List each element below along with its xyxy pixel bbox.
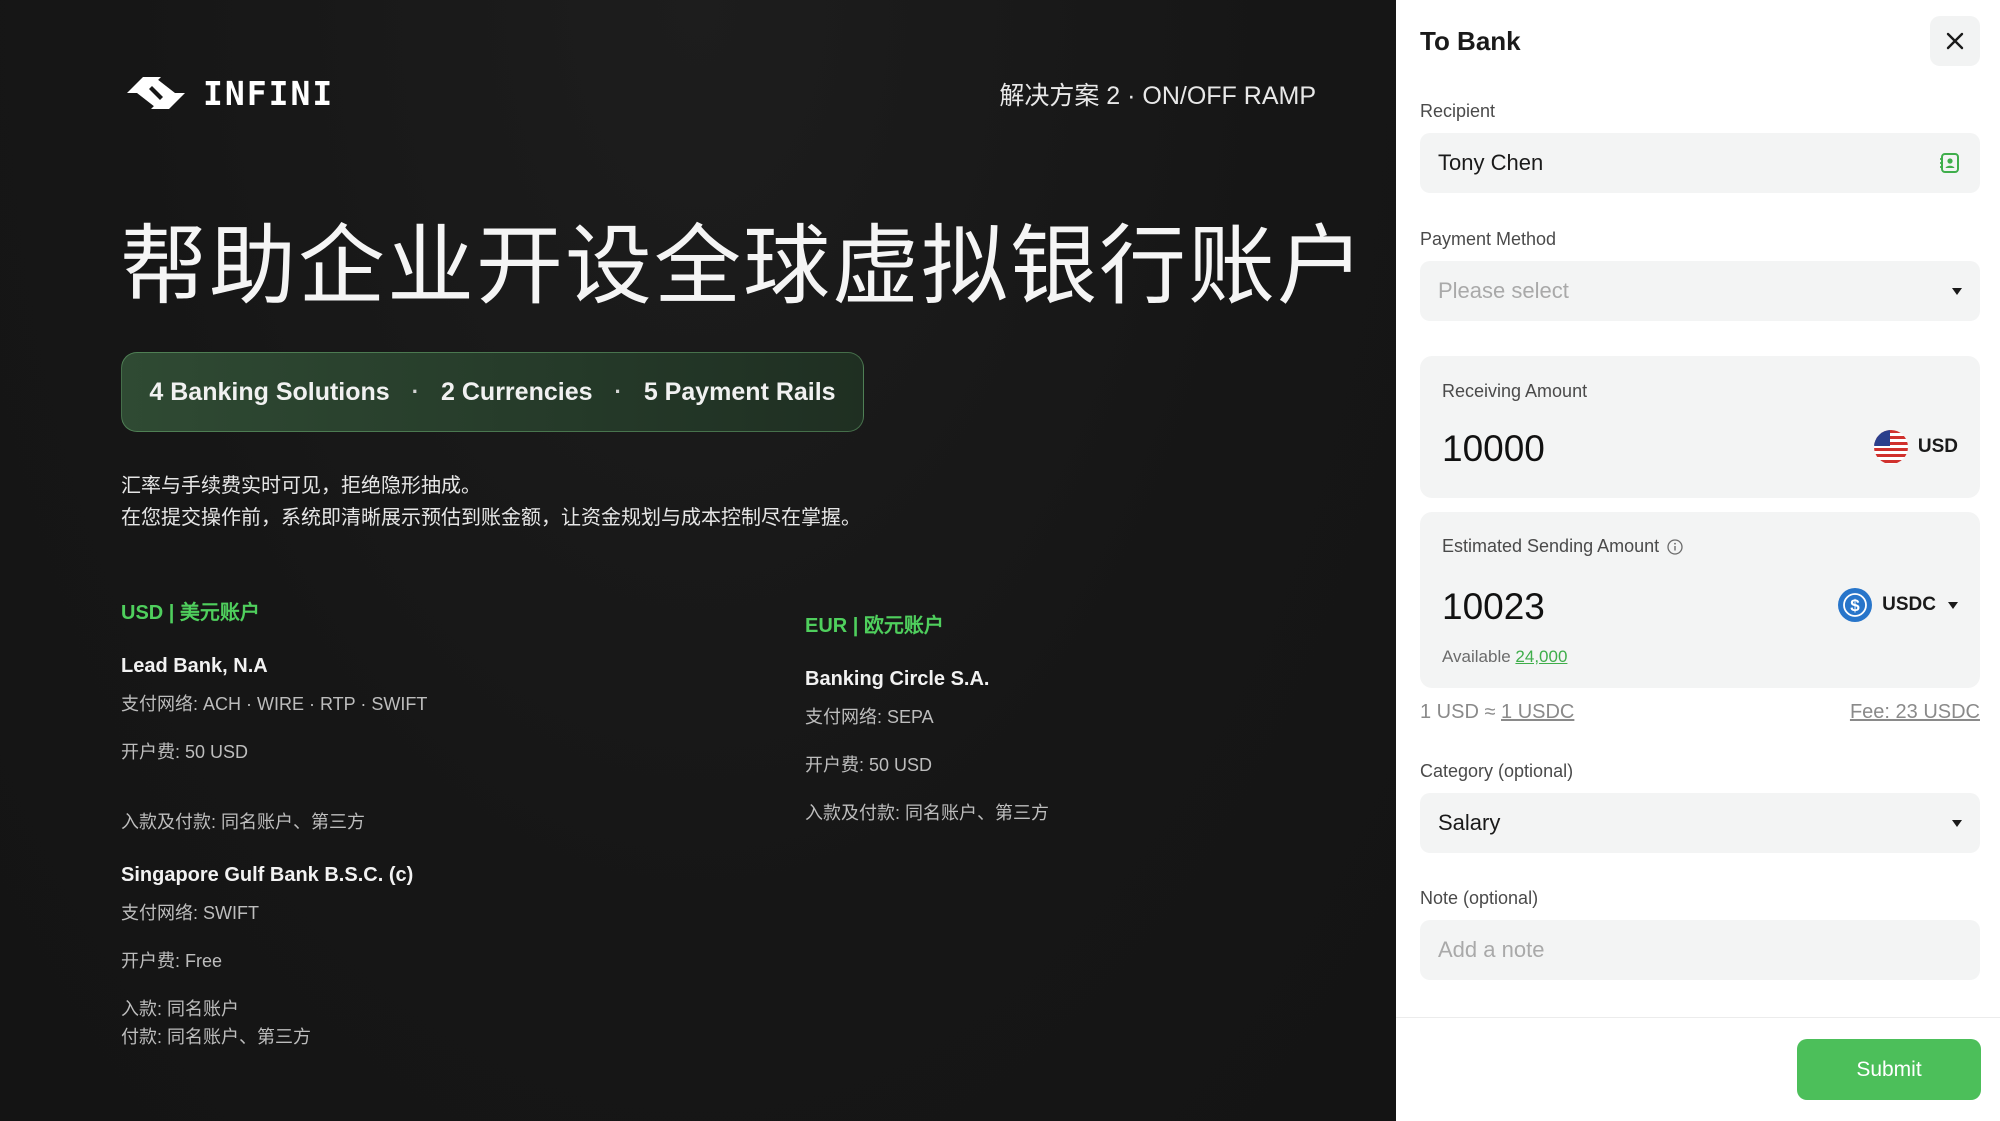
submit-button[interactable]: Submit <box>1797 1039 1981 1100</box>
payment-method-select[interactable]: Please select <box>1420 261 1980 321</box>
sending-amount-card: Estimated Sending Amount 10023 $ USDC Av… <box>1420 512 1980 688</box>
footer-divider <box>1396 1017 2000 1018</box>
chevron-down-icon <box>1952 819 1962 827</box>
bank-transfers: 入款及付款: 同名账户、第三方 <box>805 803 1050 823</box>
payment-method-label: Payment Method <box>1420 229 1557 249</box>
stat-payment-rails: 5 Payment Rails <box>643 377 836 406</box>
available-label: Available <box>1442 647 1511 666</box>
usd-heading: USD | 美元账户 <box>121 602 260 624</box>
drawer-title: To Bank <box>1420 26 1521 56</box>
stat-banking-solutions: 4 Banking Solutions <box>149 377 390 406</box>
stat-separator: · <box>411 379 420 404</box>
to-bank-drawer: To Bank Recipient Tony Chen Payment Meth… <box>1396 0 2000 1121</box>
receiving-amount-label: Receiving Amount <box>1442 381 1587 402</box>
receiving-currency-code: USD <box>1917 436 1958 457</box>
recipient-label: Recipient <box>1420 101 1496 121</box>
category-label: Category (optional) <box>1420 761 1574 781</box>
info-icon[interactable] <box>1667 538 1683 555</box>
stats-pill: 4 Banking Solutions · 2 Currencies · 5 P… <box>121 352 864 432</box>
fee-value[interactable]: Fee: 23 USDC <box>1850 701 1980 724</box>
description-line: 在您提交操作前，系统即清晰展示预估到账金额，让资金规划与成本控制尽在掌握。 <box>121 507 861 529</box>
available-balance: Available 24,000 <box>1442 647 1567 667</box>
svg-text:$: $ <box>1850 596 1860 615</box>
usd-accounts-section: USD | 美元账户 Lead Bank, N.A 支付网络: ACH · WI… <box>121 596 427 1051</box>
note-placeholder: Add a note <box>1438 937 1545 962</box>
rate-value[interactable]: 1 USDC <box>1501 701 1574 723</box>
sending-amount-value: 10023 <box>1442 586 1545 627</box>
description: 汇率与手续费实时可见，拒绝隐形抽成。 在您提交操作前，系统即清晰展示预估到账金额… <box>121 470 861 534</box>
close-button[interactable] <box>1930 16 1980 66</box>
section-tag: 解决方案 2 · ON/OFF RAMP <box>999 82 1316 110</box>
marketing-panel: INFINI 解决方案 2 · ON/OFF RAMP 帮助企业开设全球虚拟银行… <box>0 0 1396 1121</box>
brand-name: INFINI <box>203 73 335 113</box>
category-value: Salary <box>1438 810 1501 835</box>
rate-fee-row: 1 USD ≈ 1 USDC Fee: 23 USDC <box>1420 701 1980 724</box>
bank-transfers-in: 入款: 同名账户 <box>121 999 240 1019</box>
sending-amount-label-text: Estimated Sending Amount <box>1442 536 1660 556</box>
bank-fee: 开户费: 50 USD <box>121 742 249 762</box>
bank-fee: 开户费: 50 USD <box>805 755 933 775</box>
bank-transfers: 入款及付款: 同名账户、第三方 <box>121 812 366 832</box>
contact-book-icon[interactable] <box>1938 151 1962 175</box>
hero-title: 帮助企业开设全球虚拟银行账户 <box>120 218 1366 315</box>
category-select[interactable]: Salary <box>1420 793 1980 853</box>
bank-network: 支付网络: SWIFT <box>121 903 259 923</box>
recipient-value: Tony Chen <box>1438 150 1544 175</box>
receiving-amount-label-text: Receiving Amount <box>1442 381 1588 401</box>
exchange-rate: 1 USD ≈ 1 USDC <box>1420 701 1574 724</box>
brand-logo: INFINI <box>121 66 334 120</box>
sending-currency-code: USDC <box>1882 594 1936 615</box>
bank-fee: 开户费: Free <box>121 951 223 971</box>
infini-logo-icon <box>127 77 185 109</box>
rate-prefix: 1 USD ≈ <box>1420 701 1496 723</box>
available-value-link[interactable]: 24,000 <box>1515 647 1567 666</box>
bank-name: Singapore Gulf Bank B.S.C. (c) <box>121 864 414 886</box>
chevron-down-icon <box>1948 601 1958 609</box>
bank-network: 支付网络: ACH · WIRE · RTP · SWIFT <box>121 694 428 714</box>
receiving-amount-input[interactable]: 10000 <box>1442 428 1545 470</box>
note-input[interactable]: Add a note <box>1420 920 1980 980</box>
close-icon <box>1946 32 1964 50</box>
receiving-currency: USD <box>1873 430 1958 464</box>
payment-method-placeholder: Please select <box>1438 278 1569 303</box>
stat-separator: · <box>614 379 622 404</box>
bank-transfers-out: 付款: 同名账户、第三方 <box>121 1027 312 1047</box>
description-line: 汇率与手续费实时可见，拒绝隐形抽成。 <box>121 475 481 497</box>
bank-name: Lead Bank, N.A <box>121 655 268 677</box>
receiving-amount-card: Receiving Amount 10000 USD <box>1420 356 1980 498</box>
recipient-field[interactable]: Tony Chen <box>1420 133 1980 193</box>
eur-accounts-section: EUR | 欧元账户 Banking Circle S.A. 支付网络: SEP… <box>805 609 1049 847</box>
stat-currencies: 2 Currencies <box>441 377 593 406</box>
us-flag-icon <box>1873 430 1908 464</box>
chevron-down-icon <box>1952 287 1962 295</box>
eur-heading: EUR | 欧元账户 <box>805 615 944 637</box>
bank-network: 支付网络: SEPA <box>805 707 934 727</box>
usdc-icon: $ <box>1838 588 1873 622</box>
sending-amount-label: Estimated Sending Amount <box>1442 536 1683 557</box>
bank-name: Banking Circle S.A. <box>805 668 990 690</box>
note-label: Note (optional) <box>1420 888 1539 908</box>
sending-currency-select[interactable]: $ USDC <box>1838 588 1958 622</box>
